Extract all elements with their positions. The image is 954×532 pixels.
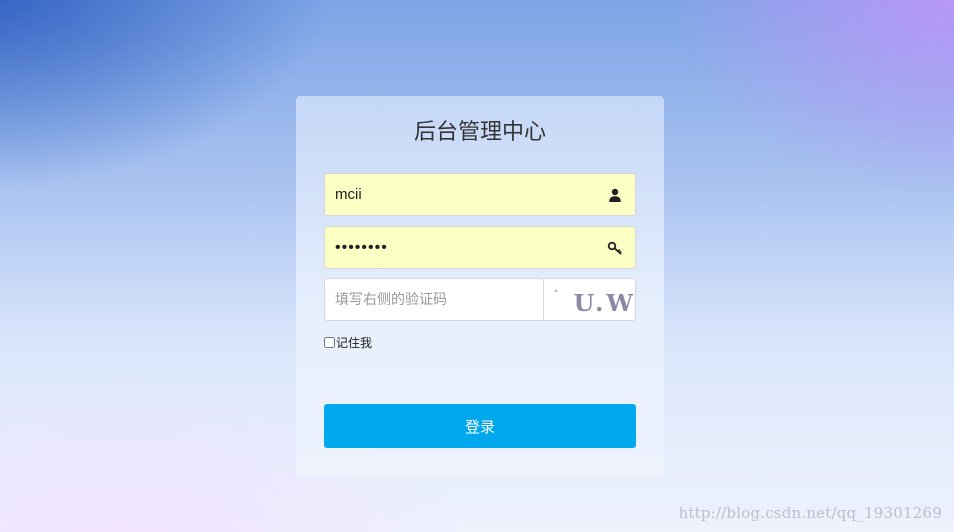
username-input[interactable] [325,174,635,215]
captcha-field-wrapper: ° U.Wc [324,278,636,321]
captcha-input[interactable] [325,279,543,320]
password-field-wrapper [324,226,636,269]
remember-label: 记住我 [336,336,373,350]
page-title: 后台管理中心 [413,120,546,145]
watermark: http://blog.csdn.net/qq_19301269 [678,504,942,522]
username-field-wrapper [324,173,636,216]
remember-checkbox[interactable] [324,337,335,348]
password-input[interactable] [325,227,635,268]
login-button[interactable]: 登录 [324,404,636,448]
captcha-text: U.Wc [574,289,636,317]
captcha-image[interactable]: ° U.Wc [543,279,636,320]
svg-text:°: ° [554,289,558,299]
login-card: 后台管理中心 ° U.Wc 记住我 登录 [296,96,664,476]
remember-me[interactable]: 记住我 [324,334,372,351]
